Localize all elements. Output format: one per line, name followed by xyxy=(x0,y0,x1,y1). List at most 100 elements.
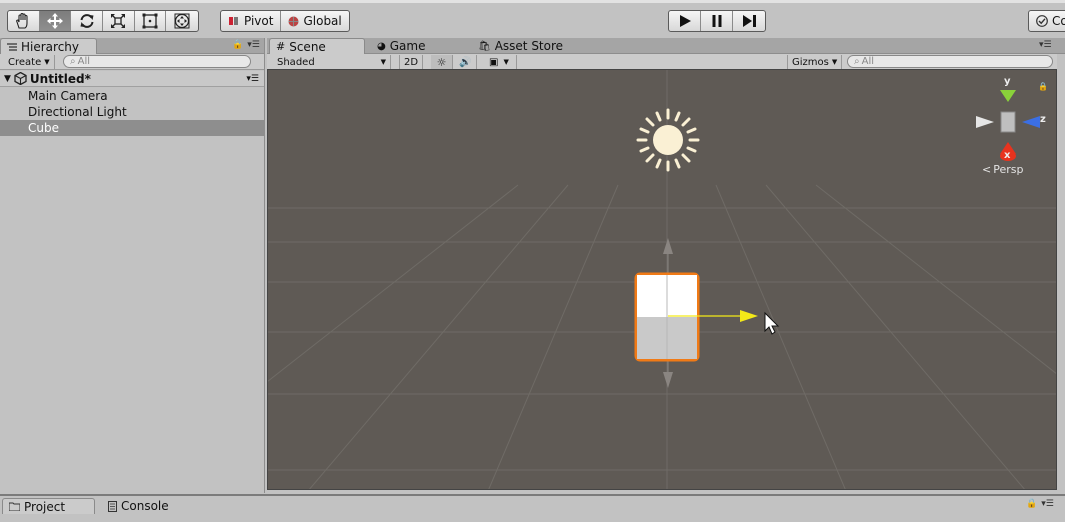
project-panel: Project Console 🔒 ▾☰ xyxy=(0,494,1065,522)
effects-dropdown[interactable]: ▣ ▼ xyxy=(485,55,517,69)
image-icon: ▣ xyxy=(489,56,499,68)
hierarchy-item-label: Main Camera xyxy=(28,89,108,103)
gizmos-label: Gizmos xyxy=(792,56,829,68)
rotate-tool-button[interactable] xyxy=(71,11,104,31)
dropdown-arrow-icon: ▼ xyxy=(380,58,386,66)
transform-tool-icon xyxy=(174,13,190,29)
hierarchy-search-placeholder: All xyxy=(77,56,91,67)
pause-button[interactable] xyxy=(701,11,733,31)
grid-icon: # xyxy=(276,40,286,53)
search-icon: ⌕ xyxy=(70,56,76,67)
play-button[interactable] xyxy=(669,11,701,31)
move-handle-z[interactable] xyxy=(663,360,673,388)
scale-tool-icon xyxy=(111,14,126,28)
check-icon xyxy=(1036,15,1048,27)
tab-console-label: Console xyxy=(121,499,169,513)
search-icon: ⌕ xyxy=(854,56,860,67)
collab-label: Co xyxy=(1052,14,1065,28)
projection-toggle[interactable]: < Persp xyxy=(982,163,1023,176)
tab-asset-store[interactable]: 🛍 Asset Store xyxy=(472,38,569,54)
scene-tabbar: # Scene ◕ Game 🛍 Asset Store ▾☰ xyxy=(267,38,1065,54)
audio-toggle[interactable]: 🔊 xyxy=(455,55,477,69)
hierarchy-tabbar: Hierarchy 🔒 ▾☰ xyxy=(0,38,264,54)
shading-mode-dropdown[interactable]: Shaded ▼ xyxy=(273,55,391,69)
collab-button[interactable]: Co xyxy=(1028,10,1065,32)
unity-scene-icon xyxy=(14,72,27,85)
axis-label-x: x xyxy=(1004,150,1011,161)
scene-search-placeholder: All xyxy=(861,56,875,67)
global-label: Global xyxy=(303,14,342,28)
gizmos-dropdown[interactable]: Gizmos ▼ xyxy=(787,55,843,69)
step-button[interactable] xyxy=(733,11,765,31)
selected-cube[interactable] xyxy=(634,272,700,362)
play-icon xyxy=(679,15,691,27)
pacman-icon: ◕ xyxy=(377,40,386,52)
hierarchy-item-label: Directional Light xyxy=(28,105,127,119)
hierarchy-search-input[interactable]: ⌕ All xyxy=(63,55,251,68)
mode-2d-toggle[interactable]: 2D xyxy=(399,55,424,69)
scene-search-input[interactable]: ⌕ All xyxy=(847,55,1053,68)
perspective-icon: < xyxy=(982,163,992,176)
playback-group xyxy=(668,10,766,32)
tab-hierarchy[interactable]: Hierarchy xyxy=(0,38,97,54)
pivot-global-group: Pivot Global xyxy=(220,10,350,32)
pause-icon xyxy=(712,15,721,27)
rect-tool-button[interactable] xyxy=(135,11,167,31)
scene-row[interactable]: ▼ Untitled* ▾☰ xyxy=(0,71,264,87)
folder-icon xyxy=(9,502,20,511)
menu-icon[interactable]: ▾☰ xyxy=(1041,499,1054,509)
mode-2d-label: 2D xyxy=(404,56,419,68)
expand-arrow-icon[interactable]: ▼ xyxy=(4,74,11,84)
tab-asset-store-label: Asset Store xyxy=(494,39,564,53)
hierarchy-subbar: Create ▼ ⌕ All xyxy=(0,54,264,70)
tab-scene-label: Scene xyxy=(289,39,326,54)
tab-project[interactable]: Project xyxy=(2,498,95,514)
dropdown-arrow-icon: ▼ xyxy=(44,58,50,66)
rect-tool-icon xyxy=(142,13,158,29)
scene-panel-menu[interactable]: ▾☰ xyxy=(1039,40,1052,50)
gizmo-lock-icon[interactable]: 🔒 xyxy=(1038,82,1048,91)
menu-icon[interactable]: ▾☰ xyxy=(1039,40,1052,50)
lock-icon[interactable]: 🔒 xyxy=(232,40,243,50)
directional-light-gizmo[interactable] xyxy=(636,108,700,172)
scene-viewport[interactable]: y z x 🔒 < Persp xyxy=(267,69,1057,490)
hierarchy-item[interactable]: Cube xyxy=(0,120,264,136)
lighting-toggle[interactable]: ☼ xyxy=(431,55,453,69)
hand-tool-icon xyxy=(16,13,28,29)
project-panel-menu[interactable]: 🔒 ▾☰ xyxy=(1026,499,1054,509)
tab-console[interactable]: Console xyxy=(102,498,175,514)
step-icon xyxy=(742,15,756,27)
axis-label-y: y xyxy=(1004,76,1011,87)
projection-label: Persp xyxy=(993,163,1024,176)
dropdown-arrow-icon: ▼ xyxy=(831,58,838,66)
collab-inner: Co xyxy=(1029,11,1065,31)
hierarchy-create-dropdown[interactable]: Create ▼ xyxy=(4,55,55,69)
hierarchy-panel-menu[interactable]: 🔒 ▾☰ xyxy=(232,40,260,50)
hand-tool-button[interactable] xyxy=(8,11,40,31)
scale-tool-button[interactable] xyxy=(103,11,135,31)
transform-tools xyxy=(7,10,199,32)
move-tool-button[interactable] xyxy=(39,11,72,31)
shading-mode-label: Shaded xyxy=(277,56,315,68)
lock-icon[interactable]: 🔒 xyxy=(1026,499,1037,509)
menu-icon[interactable]: ▾☰ xyxy=(247,40,260,50)
pivot-icon xyxy=(229,17,238,25)
list-icon xyxy=(7,42,17,51)
tab-game[interactable]: ◕ Game xyxy=(371,38,431,54)
hierarchy-item[interactable]: Main Camera xyxy=(0,88,264,104)
sun-icon: ☼ xyxy=(436,55,447,69)
tab-project-label: Project xyxy=(24,499,66,514)
scene-canvas[interactable] xyxy=(268,70,1057,490)
move-handle-y[interactable] xyxy=(663,238,673,275)
pivot-label: Pivot xyxy=(244,14,274,28)
tab-game-label: Game xyxy=(389,39,426,53)
hierarchy-item[interactable]: Directional Light xyxy=(0,104,264,120)
dropdown-arrow-icon: ▼ xyxy=(503,58,509,66)
pivot-button[interactable]: Pivot xyxy=(221,11,282,31)
transform-tool-button[interactable] xyxy=(166,11,198,31)
scene-menu-icon[interactable]: ▾☰ xyxy=(246,74,259,84)
tab-scene[interactable]: # Scene xyxy=(269,38,365,54)
global-button[interactable]: Global xyxy=(281,11,348,31)
speaker-icon: 🔊 xyxy=(459,56,472,68)
axis-label-z: z xyxy=(1040,114,1046,125)
